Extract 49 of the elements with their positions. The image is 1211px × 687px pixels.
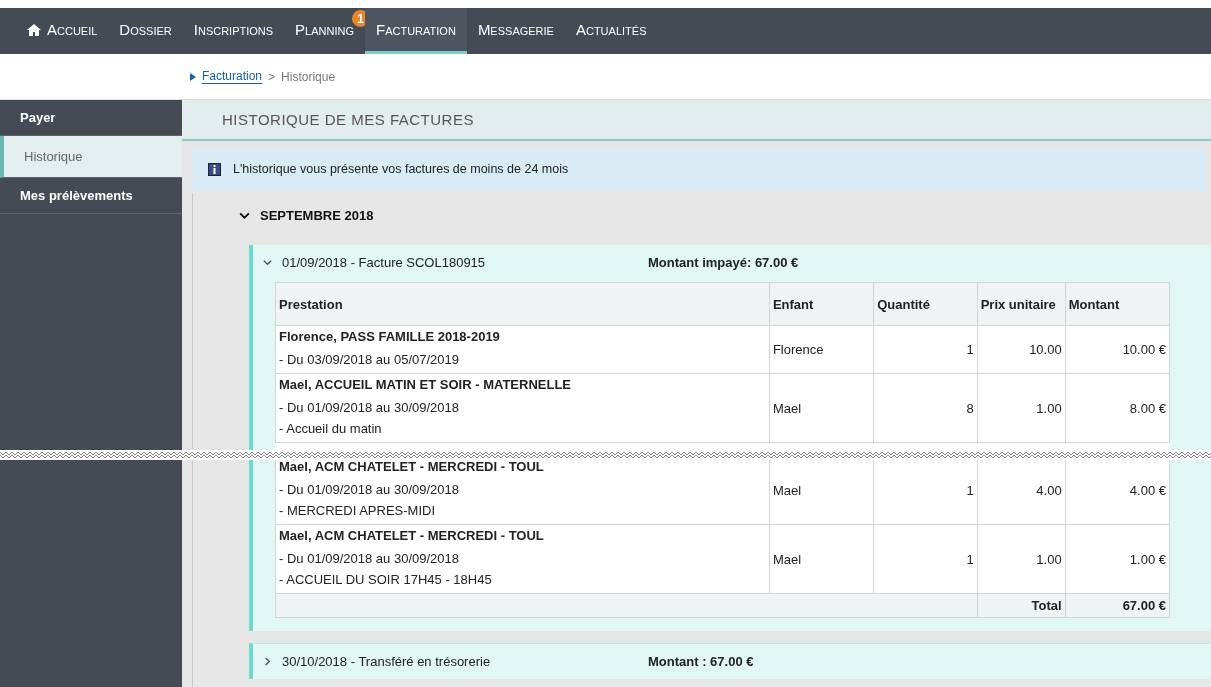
column-header: Prestation — [275, 282, 770, 326]
total-label: Total — [977, 593, 1066, 618]
service-detail: - Du 01/09/2018 au 30/09/2018 — [279, 550, 460, 568]
caret-icon — [190, 72, 196, 81]
service-title: Mael, ACM CHATELET - MERCREDI - TOUL — [279, 528, 545, 543]
nav-tab[interactable]: Messagerie — [466, 8, 565, 54]
column-header: Montant — [1065, 282, 1170, 326]
table-cell: 10.00 € — [1065, 325, 1170, 374]
service-detail: - Accueil du matin — [279, 420, 383, 438]
service-title: Florence, PASS FAMILLE 2018-2019 — [279, 329, 501, 344]
service-title: Mael, ACCUEIL MATIN ET SOIR - MATERNELLE — [279, 377, 573, 392]
home-icon — [27, 23, 41, 36]
table-cell: 1 — [873, 524, 978, 594]
table-cell: 1.00 — [977, 524, 1066, 594]
page-title: HISTORIQUE DE MES FACTURES — [182, 100, 1211, 141]
nav-tab[interactable]: Accueil — [16, 8, 109, 54]
info-icon — [208, 162, 221, 176]
table-cell: 1.00 € — [1065, 524, 1170, 594]
service-detail: - Du 01/09/2018 au 30/09/2018 — [279, 481, 460, 499]
nav-tab[interactable]: Inscriptions — [182, 8, 285, 54]
column-header: Quantité — [873, 282, 978, 326]
table-cell: 8.00 € — [1065, 373, 1170, 443]
nav-tab[interactable]: Dossier — [108, 8, 183, 54]
table-cell: 1.00 — [977, 373, 1066, 443]
service-detail: - Du 03/09/2018 au 05/07/2019 — [279, 351, 460, 369]
invoice-toggle[interactable]: 01/09/2018 - Facture SCOL180915 Montant impayé: 67.00 € — [253, 245, 1211, 280]
month-toggle[interactable]: SEPTEMBRE 2018 — [193, 193, 380, 237]
info-text: L'historique vous présente vos factures de moins de 24 mois — [233, 162, 569, 176]
table-cell: Mael — [769, 524, 874, 594]
total-amount: 67.00 € — [1065, 593, 1170, 618]
sidebar-item[interactable]: Historique — [0, 136, 182, 178]
service-title: Mael, ACM CHATELET - MERCREDI - TOUL — [279, 459, 545, 474]
table-cell: 8 — [873, 373, 978, 443]
nav-tab[interactable]: Actualités — [564, 8, 658, 54]
chevron-right-icon — [263, 657, 272, 666]
breadcrumb-link[interactable]: Facturation — [202, 69, 263, 84]
service-detail: - Du 01/09/2018 au 30/09/2018 — [279, 399, 460, 417]
chevron-down-icon — [263, 258, 272, 267]
breadcrumb-current: Historique — [281, 69, 336, 84]
service-detail: - MERCREDI APRES-MIDI — [279, 502, 436, 520]
nav-tab[interactable]: Facturation — [365, 8, 467, 54]
table-cell: Mael — [769, 373, 874, 443]
table-cell: Florence — [769, 325, 874, 374]
table-cell: 1 — [873, 325, 978, 374]
column-header: Enfant — [769, 282, 874, 326]
service-detail: - ACCUEIL DU SOIR 17H45 - 18H45 — [279, 571, 493, 589]
table-cell: 10.00 — [977, 325, 1066, 374]
column-header: Prix unitaire — [977, 282, 1066, 326]
breadcrumb-separator: > — [268, 69, 276, 84]
